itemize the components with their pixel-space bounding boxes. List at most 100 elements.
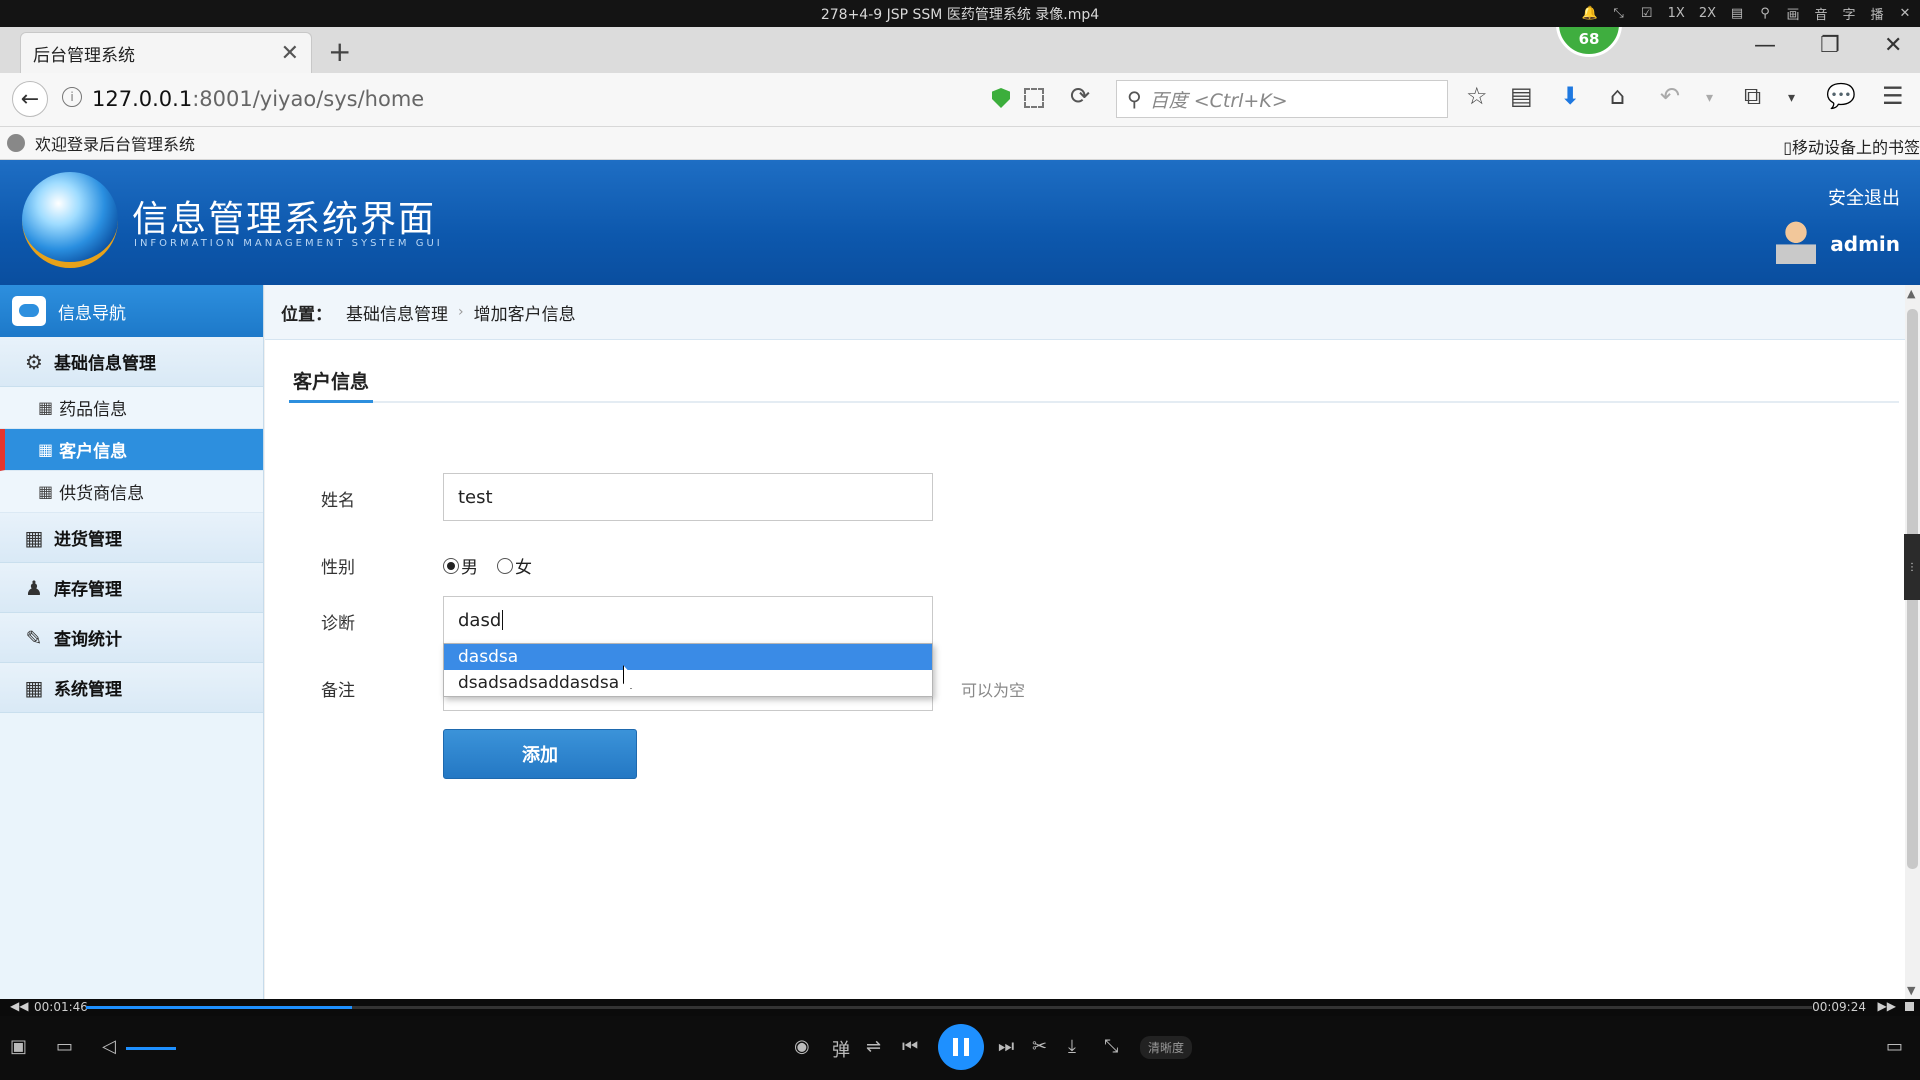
browser-tab[interactable]: 后台管理系统 ✕ <box>20 32 312 73</box>
forward-icon[interactable]: ▶▶ <box>1878 999 1896 1013</box>
breadcrumb-level2: 增加客户信息 <box>473 304 576 325</box>
sidebar-item-medicine[interactable]: ▦ 药品信息 <box>0 387 263 429</box>
seek-bar-fill <box>86 1006 352 1009</box>
scroll-up-icon[interactable]: ▲ <box>1907 287 1915 300</box>
new-tab-button[interactable]: + <box>328 35 351 68</box>
sidebar-group-label: 查询统计 <box>54 630 122 650</box>
sidebar-header: 信息导航 <box>0 285 263 337</box>
search-icon: ⚲ <box>1127 87 1142 111</box>
name-input[interactable]: test <box>443 473 933 521</box>
scroll-down-icon[interactable]: ▼ <box>1907 984 1915 997</box>
autocomplete-option[interactable]: dasdsa <box>444 644 932 670</box>
remark-hint: 可以为空 <box>961 681 1026 700</box>
calendar-icon: ▦ <box>24 525 44 550</box>
fullscreen-icon[interactable]: ▭ <box>1886 1036 1903 1057</box>
previous-icon[interactable]: ⏮ <box>902 1036 918 1057</box>
globe-icon <box>7 134 25 152</box>
download-icon[interactable]: ⬇ <box>1560 82 1580 110</box>
sidebar-header-label: 信息导航 <box>58 303 126 324</box>
autocomplete-option[interactable]: dsadsadsaddasdsa <box>444 670 932 696</box>
autocomplete-dropdown: dasdsa dsadsadsaddasdsa <box>443 643 933 697</box>
restore-button[interactable]: ❐ <box>1820 33 1840 58</box>
seek-bar[interactable] <box>86 1006 1812 1009</box>
gender-female-radio[interactable]: 女 <box>497 553 532 578</box>
play-button[interactable]: 播 <box>1870 4 1884 23</box>
volume-icon[interactable]: ◁ <box>102 1036 116 1057</box>
audio-button[interactable]: 音 <box>1814 4 1828 23</box>
user-name: admin <box>1830 232 1900 256</box>
search-icon[interactable]: ⚲ <box>1758 6 1772 21</box>
shrink-icon[interactable]: ⤡ <box>1612 6 1626 21</box>
add-button[interactable]: 添加 <box>443 729 637 779</box>
playlist-icon[interactable]: ▤ <box>1730 6 1744 21</box>
chat-icon[interactable]: 💬 <box>1826 82 1856 110</box>
name-value: test <box>458 486 493 508</box>
gears-icon: ⚙ <box>25 349 43 374</box>
page-scrollbar[interactable]: ▲ ▼ <box>1905 285 1920 999</box>
gender-male-radio[interactable]: 男 <box>443 553 478 578</box>
danmaku-icon[interactable]: 弹 <box>832 1036 850 1062</box>
shrink-icon[interactable]: ⤡ <box>1104 1036 1118 1057</box>
home-icon[interactable]: ⌂ <box>1610 82 1625 110</box>
checkbox-icon[interactable]: ☑ <box>1640 6 1654 21</box>
side-panel-handle[interactable]: ⋮ <box>1904 534 1920 600</box>
eye-icon[interactable]: ◉ <box>794 1036 810 1057</box>
minimize-button[interactable]: — <box>1754 33 1776 58</box>
speed-1x-button[interactable]: 1X <box>1668 6 1685 21</box>
diagnosis-input[interactable]: dasd <box>443 596 933 644</box>
info-icon[interactable]: i <box>62 87 82 107</box>
next-icon[interactable]: ⏭ <box>998 1036 1014 1057</box>
sidebar-group-basic-info[interactable]: ⚙ 基础信息管理 <box>0 337 263 387</box>
tab-close-icon[interactable]: ✕ <box>281 41 299 66</box>
tab-customer-info[interactable]: 客户信息 <box>289 361 374 403</box>
sidebar-group-purchase[interactable]: ▦ 进货管理 <box>0 513 263 563</box>
folder-icon[interactable]: ▭ <box>56 1036 73 1057</box>
notification-icon[interactable]: 🔔 <box>1581 6 1597 21</box>
stop-icon[interactable] <box>1905 1002 1914 1011</box>
logout-link[interactable]: 安全退出 <box>1828 184 1900 210</box>
video-frame: 后台管理系统 ✕ + 68 — ❐ ✕ ← i 127.0.0.1:8001/y… <box>0 27 1920 999</box>
mobile-bookmarks[interactable]: ▯移动设备上的书签 <box>1783 134 1920 158</box>
radio-checked-icon <box>443 557 459 574</box>
sidebar-group-inventory[interactable]: ♟ 库存管理 <box>0 563 263 613</box>
reload-icon[interactable]: ⟳ <box>1070 82 1090 110</box>
rewind-icon[interactable]: ◀◀ <box>10 999 28 1013</box>
picture-button[interactable]: 画 <box>1786 4 1800 23</box>
app-title: 信息管理系统界面 <box>132 199 437 240</box>
qr-code-icon[interactable] <box>1024 88 1044 108</box>
pause-bar-icon <box>964 1038 969 1056</box>
score-badge[interactable]: 68 <box>1556 27 1622 57</box>
subtitle-button[interactable]: 字 <box>1842 4 1856 23</box>
bookmark-welcome[interactable]: 欢迎登录后台管理系统 <box>35 131 195 155</box>
undo-dropdown-icon[interactable]: ▾ <box>1706 90 1713 106</box>
player-controls: ▣ ▭ ◁ ◉ 弹 ⇌ ⏮ ⏭ ✂ ⤓ ⤡ 清晰度 ▭ <box>0 1016 1920 1080</box>
speed-2x-button[interactable]: 2X <box>1699 6 1716 21</box>
window-close-button[interactable]: ✕ <box>1884 33 1902 58</box>
bookmark-star-icon[interactable]: ☆ <box>1466 82 1488 110</box>
back-button[interactable]: ← <box>12 81 48 117</box>
pause-button[interactable] <box>938 1024 984 1070</box>
sidebar-item-supplier[interactable]: ▦ 供货商信息 <box>0 471 263 513</box>
search-placeholder: 百度 <Ctrl+K> <box>1149 89 1288 112</box>
sidebar-item-customer[interactable]: ▦ 客户信息 <box>0 429 263 471</box>
volume-slider[interactable] <box>126 1047 176 1050</box>
download-icon[interactable]: ⤓ <box>1068 1036 1076 1057</box>
close-icon[interactable]: ✕ <box>1898 6 1912 21</box>
reader-icon[interactable]: ▤ <box>1510 82 1533 110</box>
sidebar-item-label: 药品信息 <box>59 400 128 420</box>
screenshot-dropdown-icon[interactable]: ▾ <box>1788 90 1795 106</box>
menu-icon[interactable]: ☰ <box>1882 82 1904 110</box>
sidebar-group-statistics[interactable]: ✎ 查询统计 <box>0 613 263 663</box>
section-tabs: 客户信息 <box>289 361 1899 403</box>
equalizer-icon[interactable]: ⇌ <box>866 1036 881 1057</box>
scissors-icon[interactable]: ✂ <box>1032 1036 1047 1057</box>
undo-icon[interactable]: ↶ <box>1660 82 1680 110</box>
library-icon[interactable]: ▣ <box>10 1036 27 1057</box>
screenshot-icon[interactable]: ⧉ <box>1744 82 1761 110</box>
sidebar-group-system[interactable]: ▦ 系统管理 <box>0 663 263 713</box>
quality-button[interactable]: 清晰度 <box>1140 1036 1193 1059</box>
browser-search-input[interactable]: ⚲ 百度 <Ctrl+K> <box>1116 80 1448 118</box>
video-title: 278+4-9 JSP SSM 医药管理系统 录像.mp4 <box>820 6 1100 23</box>
breadcrumb-level1[interactable]: 基础信息管理 <box>346 300 448 325</box>
address-bar[interactable]: 127.0.0.1:8001/yiyao/sys/home <box>92 80 1097 118</box>
